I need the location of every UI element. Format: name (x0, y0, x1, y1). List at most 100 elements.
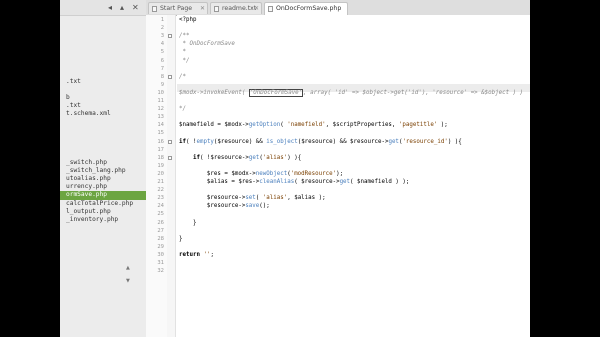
code-token: get (388, 138, 399, 145)
code-token: ; (210, 251, 214, 258)
scroll-down-icon[interactable]: ▼ (126, 278, 130, 284)
file-item[interactable]: l_output.php (60, 208, 146, 216)
file-item[interactable]: utoalias.php (60, 175, 146, 183)
code-line: $alias = $res->cleanAlias( $resource->ge… (179, 178, 409, 186)
collapse-icon[interactable]: ◂ (108, 3, 112, 12)
code-token: /** (179, 33, 190, 40)
code-token: newObject (255, 170, 288, 177)
file-list: .txt b .txt t.schema.xml _switch.php _switch_… (60, 70, 146, 224)
file-item[interactable]: .txt (60, 102, 146, 110)
file-item[interactable]: urrency.php (60, 183, 146, 191)
code-line: if( !$resource->get('alias') ){ (179, 154, 301, 162)
line-number: 5 (160, 49, 164, 56)
code-token: if (179, 138, 186, 145)
tab-readme[interactable]: readme.txt ✕ (210, 2, 262, 14)
line-number: 17 (157, 146, 164, 153)
code-line: $resource->set( 'alias', $alias ); (179, 194, 326, 202)
code-token: $res = $modx-> (179, 170, 256, 177)
line-number: 21 (157, 179, 164, 185)
file-item[interactable] (60, 127, 146, 135)
line-number: 25 (157, 211, 164, 218)
code-line: $namefield = $modx->getOption( 'namefiel… (179, 121, 448, 129)
code-token: save (245, 203, 260, 210)
line-number: 29 (157, 243, 164, 250)
line-number: 7 (160, 65, 164, 72)
code-token: } (179, 219, 197, 226)
code-token: , array( 'id' => $object->get('id'), 're… (303, 89, 524, 96)
file-item[interactable]: _switch_lang.php (60, 167, 146, 175)
line-number: 10 (157, 89, 164, 96)
code-token: $resource-> (179, 203, 246, 210)
line-number: 2 (160, 25, 164, 32)
code-line: * OnDocFormSave (179, 40, 235, 48)
line-number-gutter: 1 2 3 4 5 6 7 8 9 10 11 12 13 14 15 16 17 18 19 20 21 22 23 24 2… (146, 15, 167, 337)
file-browser-panel: ◂ ▴ ✕ .txt b .txt t.schema.xml _switch.php _s… (60, 0, 147, 337)
close-tab-icon[interactable]: ✕ (254, 3, 259, 15)
line-number: 26 (157, 219, 164, 226)
tab-start-page[interactable]: Start Page ✕ (148, 2, 208, 14)
scroll-up-icon[interactable]: ▲ (126, 265, 130, 271)
code-line: */ (179, 57, 189, 65)
file-item[interactable] (60, 119, 146, 127)
line-number: 28 (157, 235, 164, 242)
panel-header: ◂ ▴ ✕ (60, 0, 146, 16)
code-token: is_object (266, 138, 298, 145)
line-number: 19 (157, 162, 164, 169)
file-item[interactable] (60, 143, 146, 151)
file-item[interactable]: ormSave.php (60, 191, 146, 200)
tab-label: Start Page (160, 5, 193, 12)
fold-toggle-icon[interactable] (168, 34, 172, 39)
line-number: 22 (157, 187, 164, 194)
file-item[interactable] (60, 86, 146, 94)
file-item[interactable]: .txt (60, 78, 146, 86)
code-line: return ''; (179, 251, 214, 259)
line-number: 20 (157, 170, 164, 177)
page-icon (152, 6, 157, 12)
code-token: $resource-> (179, 195, 246, 202)
close-icon[interactable]: ✕ (132, 3, 139, 12)
code-token: 'namefield' (287, 122, 326, 129)
code-token: 'pagetitle' (398, 122, 438, 129)
code-token: $modx->invokeEvent( (179, 89, 249, 96)
file-item[interactable] (60, 70, 146, 78)
line-number: 24 (157, 203, 164, 210)
fold-toggle-icon[interactable] (168, 74, 172, 79)
file-item[interactable]: b (60, 94, 146, 102)
php-file-icon (268, 6, 273, 12)
code-line: /* (179, 73, 186, 81)
code-line: } (179, 219, 197, 227)
code-token: cleanAlias (259, 179, 295, 185)
editor-window: ◂ ▴ ✕ .txt b .txt t.schema.xml _switch.php _s… (60, 0, 530, 337)
code-token: */ (179, 106, 186, 113)
code-token: get (248, 154, 260, 161)
code-line: /** (179, 32, 189, 40)
code-token: * OnDocFormSave (179, 41, 235, 48)
code-token: empty (196, 138, 214, 145)
file-item[interactable] (60, 151, 146, 159)
code-editor[interactable]: <?php /** * OnDocFormSave * */ /* $modx->in… (177, 15, 530, 337)
close-tab-icon[interactable]: ✕ (200, 3, 205, 15)
file-item[interactable]: t.schema.xml (60, 110, 146, 118)
tab-ondocformsave[interactable]: OnDocFormSave.php (264, 2, 348, 15)
file-item[interactable] (60, 135, 146, 143)
selected-token: 'OnDocFormSave' (248, 88, 304, 97)
file-item[interactable]: calcTotalPrice.php (60, 200, 146, 208)
line-number: 27 (157, 227, 164, 234)
code-line: */ (179, 105, 186, 113)
code-token: 'modResource' (290, 170, 337, 177)
fold-toggle-icon[interactable] (168, 155, 172, 160)
fold-toggle-icon[interactable] (168, 139, 172, 144)
code-token: $alias = $res-> (179, 179, 260, 185)
line-number: 31 (157, 260, 164, 266)
code-line: <?php (179, 16, 196, 24)
line-number: 13 (157, 114, 164, 121)
code-token: */ (179, 57, 190, 64)
code-token: ( (255, 195, 263, 202)
file-item[interactable]: _inventory.php (60, 216, 146, 224)
code-line: $res = $modx->newObject('modResource'); (179, 170, 343, 178)
code-token: if (192, 154, 200, 161)
pin-icon[interactable]: ▴ (120, 3, 124, 12)
file-item[interactable]: _switch.php (60, 159, 146, 167)
code-line: $resource->save(); (179, 202, 270, 210)
